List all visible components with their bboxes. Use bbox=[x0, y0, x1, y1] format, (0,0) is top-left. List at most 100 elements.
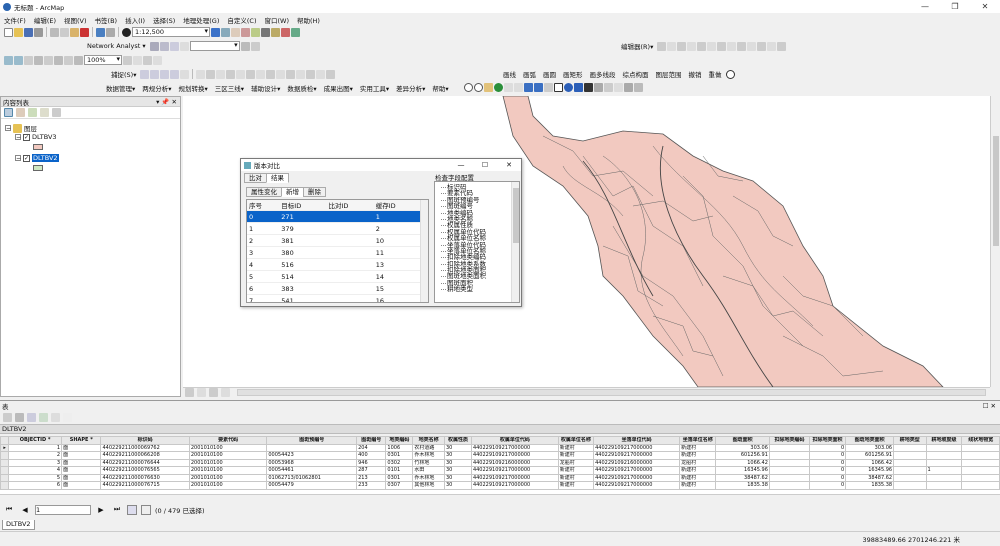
draw-tool12-icon[interactable] bbox=[306, 69, 316, 79]
toc-layer-dltbv3[interactable]: − ✓ DLTBV3 bbox=[15, 133, 57, 141]
edit-tool-icon[interactable] bbox=[657, 41, 667, 51]
layer-visibility-checkbox[interactable]: ✓ bbox=[23, 154, 30, 162]
table-horizontal-scrollbar[interactable] bbox=[0, 494, 1000, 502]
edit-annotation-icon[interactable] bbox=[667, 41, 677, 51]
col-objectid[interactable]: OBJECTID * bbox=[8, 436, 63, 445]
search-window-icon[interactable] bbox=[241, 27, 250, 37]
pause-draw-icon[interactable] bbox=[221, 388, 230, 397]
col-tbbh[interactable]: 图斑编号 bbox=[356, 436, 387, 445]
draw-tool3-icon[interactable] bbox=[216, 69, 226, 79]
table-row[interactable]: 3 面 440229211000076644 2001010100 00053968 94… bbox=[0, 458, 1000, 467]
row-pointer-icon[interactable]: ▸ bbox=[0, 443, 10, 452]
subtab-attr-change[interactable]: 属性变化 bbox=[246, 187, 282, 197]
new-icon[interactable] bbox=[4, 27, 13, 37]
map-vertical-scrollbar[interactable] bbox=[990, 96, 1000, 387]
list-by-selection-icon[interactable] bbox=[40, 108, 49, 117]
tab-compare[interactable]: 比对 bbox=[244, 173, 267, 183]
draw-tool10-icon[interactable] bbox=[286, 69, 296, 79]
layer-name[interactable]: DLTBV3 bbox=[32, 133, 57, 141]
save-icon[interactable] bbox=[24, 27, 33, 37]
toggle-draft-icon[interactable] bbox=[123, 55, 132, 65]
toc-layer-dltbv2[interactable]: − ✓ DLTBV2 bbox=[15, 154, 59, 162]
col-tbybh[interactable]: 图斑预编号 bbox=[266, 436, 358, 445]
maximize-button[interactable]: ❐ bbox=[940, 2, 970, 11]
col-kcdlbm[interactable]: 扣除地类编码 bbox=[768, 436, 810, 445]
redo-icon[interactable] bbox=[106, 27, 115, 37]
table-options-icon[interactable] bbox=[3, 412, 12, 422]
draw-tool2-icon[interactable] bbox=[206, 69, 216, 79]
find-icon[interactable] bbox=[574, 83, 583, 92]
dialog-minimize-button[interactable]: — bbox=[449, 161, 473, 169]
select-elements-icon[interactable] bbox=[554, 83, 563, 92]
python-icon[interactable] bbox=[261, 27, 270, 37]
next-record-button[interactable]: ▶ bbox=[95, 506, 107, 514]
draw-tool13-icon[interactable] bbox=[316, 69, 326, 79]
subtab-deleted[interactable]: 删除 bbox=[303, 187, 326, 197]
find-route-icon[interactable] bbox=[584, 83, 593, 92]
col-qsdwmc[interactable]: 权属单位名称 bbox=[557, 436, 595, 445]
layer-visibility-checkbox[interactable]: ✓ bbox=[23, 133, 30, 141]
show-selected-records-button[interactable] bbox=[141, 504, 151, 515]
na-select-icon[interactable] bbox=[179, 41, 189, 51]
end-snap-icon[interactable] bbox=[150, 69, 160, 79]
list-by-drawing-order-icon[interactable] bbox=[4, 108, 13, 117]
fixed-zoom-in-icon[interactable] bbox=[54, 55, 63, 65]
pan-page-icon[interactable] bbox=[24, 55, 33, 65]
last-record-button[interactable]: ⏭ bbox=[111, 505, 123, 514]
grid-row[interactable]: 0 271 1 bbox=[247, 210, 421, 223]
col-index[interactable]: 序号 bbox=[247, 200, 280, 211]
sketch-props-icon[interactable] bbox=[767, 41, 777, 51]
refresh-icon[interactable] bbox=[209, 388, 218, 397]
menu-data-management[interactable]: 数据管理▾ bbox=[103, 83, 138, 93]
col-qsxz[interactable]: 权属性质 bbox=[444, 436, 472, 445]
first-record-button[interactable]: ⏮ bbox=[3, 505, 15, 514]
zoom-combo[interactable]: 100% bbox=[84, 55, 122, 65]
table-tab-dltbv2[interactable]: DLTBV2 bbox=[2, 520, 35, 530]
toc-icon[interactable] bbox=[221, 27, 230, 37]
zoom-in-icon[interactable] bbox=[464, 83, 473, 92]
legend-swatch[interactable] bbox=[33, 165, 43, 171]
col-gdpdj[interactable]: 耕地坡度级 bbox=[925, 436, 963, 445]
col-bsm[interactable]: 标识码 bbox=[100, 436, 190, 445]
undo-button[interactable]: 撤销 bbox=[686, 69, 705, 79]
menu-help-custom[interactable]: 帮助▾ bbox=[429, 83, 451, 93]
full-extent-icon[interactable] bbox=[494, 83, 503, 92]
field-item[interactable]: 耕地类型 bbox=[435, 286, 519, 293]
menu-selection[interactable]: 选择(S) bbox=[153, 15, 175, 25]
draw-tool4-icon[interactable] bbox=[226, 69, 236, 79]
zoom-out-page-icon[interactable] bbox=[14, 55, 23, 65]
col-tbdlmj[interactable]: 图斑地类面积 bbox=[845, 436, 895, 445]
vertex-snap-icon[interactable] bbox=[160, 69, 170, 79]
power-icon[interactable] bbox=[725, 69, 735, 79]
previous-record-button[interactable]: ◀ bbox=[19, 506, 31, 514]
draw-tool6-icon[interactable] bbox=[246, 69, 256, 79]
grid-row[interactable]: 1 379 2 bbox=[247, 222, 421, 235]
layer-name-selected[interactable]: DLTBV2 bbox=[32, 154, 59, 162]
col-kcmj[interactable]: 扣除地类面积 bbox=[808, 436, 847, 445]
catalog-icon[interactable] bbox=[231, 27, 240, 37]
menu-insert[interactable]: 插入(I) bbox=[125, 15, 145, 25]
related-tables-icon[interactable] bbox=[15, 412, 24, 422]
table-row[interactable]: ▸ 1 面 440229211000069762 2001010100 204 1006 农… bbox=[0, 443, 1000, 452]
draw-tool8-icon[interactable] bbox=[266, 69, 276, 79]
draw-tool5-icon[interactable] bbox=[236, 69, 246, 79]
na-window-icon[interactable] bbox=[149, 41, 159, 51]
draw-line-button[interactable]: 画线 bbox=[500, 69, 519, 79]
editor-toolbar-icon[interactable] bbox=[211, 27, 220, 37]
col-shape[interactable]: SHAPE * bbox=[61, 436, 102, 445]
cut-icon[interactable] bbox=[50, 27, 59, 37]
print-icon[interactable] bbox=[34, 27, 43, 37]
change-layout-icon[interactable] bbox=[143, 55, 152, 65]
editor-menu[interactable]: 编辑器(R)▾ bbox=[618, 41, 656, 51]
edge-snap-icon[interactable] bbox=[170, 69, 180, 79]
record-position-input[interactable]: 1 bbox=[35, 504, 91, 515]
arctoolbox-icon[interactable] bbox=[251, 27, 260, 37]
table-row[interactable]: 2 面 440229211000066208 2001010100 00054423 40… bbox=[0, 451, 1000, 460]
menu-windows[interactable]: 窗口(W) bbox=[265, 15, 290, 25]
toc-group-layers[interactable]: − 图层 bbox=[5, 123, 37, 133]
select-by-attributes-icon[interactable] bbox=[27, 412, 36, 422]
col-compare-id[interactable]: 比对ID bbox=[326, 200, 374, 211]
menu-utilities[interactable]: 实用工具▾ bbox=[357, 83, 392, 93]
grid-scrollbar[interactable] bbox=[420, 200, 428, 302]
menu-three-zones[interactable]: 三区三线▾ bbox=[212, 83, 247, 93]
